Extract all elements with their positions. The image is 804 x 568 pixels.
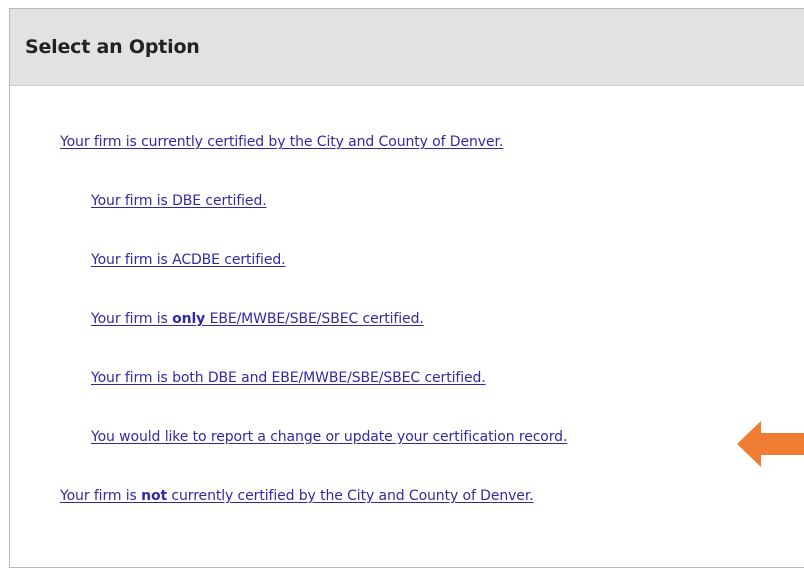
option-suffix: currently certified by the City and Coun… (167, 488, 534, 504)
option-both-dbe-ebe-certified[interactable]: Your firm is both DBE and EBE/MWBE/SBE/S… (91, 370, 486, 386)
option-prefix: Your firm is (91, 311, 173, 327)
option-prefix: Your firm is (60, 488, 142, 504)
arrow-left-icon (737, 421, 804, 467)
option-only-ebe-certified[interactable]: Your firm is only EBE/MWBE/SBE/SBEC cert… (91, 311, 424, 327)
option-currently-certified[interactable]: Your firm is currently certified by the … (60, 134, 503, 150)
option-emphasis: only (172, 311, 206, 327)
select-option-panel: Select an Option Your firm is currently … (9, 8, 804, 568)
option-report-change[interactable]: You would like to report a change or upd… (91, 429, 567, 445)
option-dbe-certified[interactable]: Your firm is DBE certified. (91, 193, 267, 209)
option-emphasis: not (141, 488, 168, 504)
option-suffix: EBE/MWBE/SBE/SBEC certified. (205, 311, 424, 327)
option-acdbe-certified[interactable]: Your firm is ACDBE certified. (91, 252, 286, 268)
panel-title: Select an Option (25, 36, 200, 58)
option-not-certified[interactable]: Your firm is not currently certified by … (60, 488, 534, 504)
panel-header: Select an Option (10, 9, 804, 86)
arrow-left-shape (737, 421, 804, 467)
